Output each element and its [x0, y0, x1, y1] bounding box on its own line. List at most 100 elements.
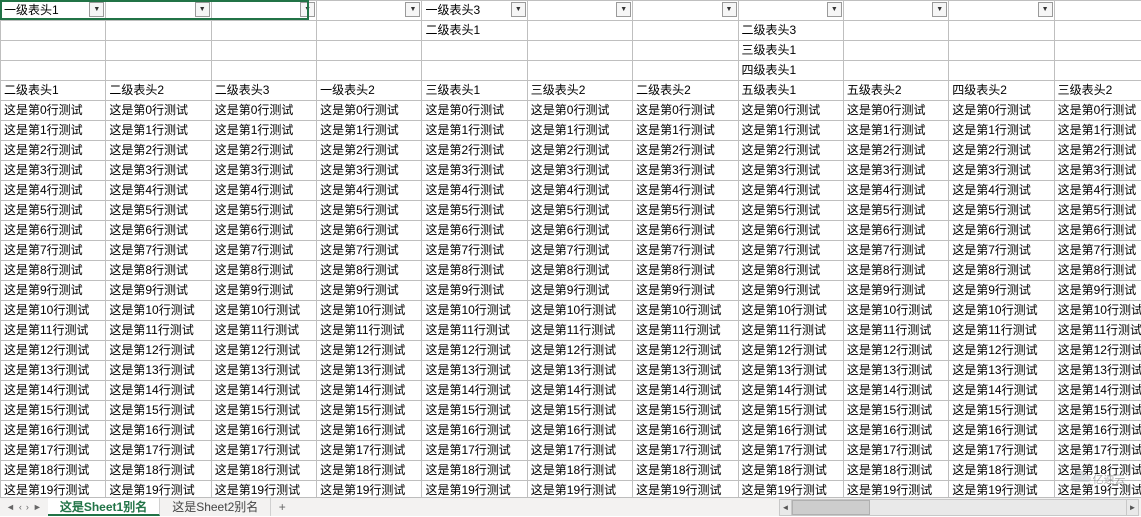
cell[interactable]: 这是第18行测试: [949, 461, 1054, 481]
cell[interactable]: [1054, 21, 1141, 41]
cell[interactable]: 这是第7行测试: [1, 241, 106, 261]
cell[interactable]: 这是第9行测试: [738, 281, 843, 301]
cell[interactable]: 这是第5行测试: [843, 201, 948, 221]
cell[interactable]: 这是第7行测试: [633, 241, 738, 261]
cell[interactable]: 这是第12行测试: [106, 341, 211, 361]
cell[interactable]: 这是第4行测试: [738, 181, 843, 201]
cell[interactable]: 这是第14行测试: [1054, 381, 1141, 401]
cell[interactable]: 这是第19行测试: [843, 481, 948, 498]
cell[interactable]: 这是第15行测试: [422, 401, 527, 421]
cell[interactable]: [211, 41, 316, 61]
cell[interactable]: 这是第16行测试: [738, 421, 843, 441]
cell[interactable]: 这是第5行测试: [317, 201, 422, 221]
cell[interactable]: 这是第19行测试: [1054, 481, 1141, 498]
cell[interactable]: [106, 41, 211, 61]
cell[interactable]: 这是第17行测试: [527, 441, 632, 461]
cell[interactable]: [106, 1, 211, 21]
cell[interactable]: 一级表头1: [1, 1, 106, 21]
filter-dropdown-icon[interactable]: [89, 2, 104, 17]
cell[interactable]: 这是第5行测试: [422, 201, 527, 221]
cell[interactable]: 这是第16行测试: [843, 421, 948, 441]
filter-dropdown-icon[interactable]: [300, 2, 315, 17]
cell[interactable]: 这是第8行测试: [211, 261, 316, 281]
tab-nav-first-icon[interactable]: ◄: [6, 502, 15, 512]
cell[interactable]: 这是第10行测试: [211, 301, 316, 321]
cell[interactable]: [949, 61, 1054, 81]
cell[interactable]: [633, 61, 738, 81]
cell[interactable]: [317, 61, 422, 81]
cell[interactable]: 这是第5行测试: [1, 201, 106, 221]
cell[interactable]: 这是第10行测试: [949, 301, 1054, 321]
cell[interactable]: 这是第15行测试: [211, 401, 316, 421]
cell[interactable]: 这是第16行测试: [949, 421, 1054, 441]
cell[interactable]: 五级表头2: [843, 81, 948, 101]
cell[interactable]: 这是第16行测试: [317, 421, 422, 441]
cell[interactable]: [1054, 41, 1141, 61]
cell[interactable]: [211, 1, 316, 21]
cell[interactable]: 这是第2行测试: [738, 141, 843, 161]
horizontal-scrollbar[interactable]: ◄ ►: [779, 499, 1139, 516]
cell[interactable]: 这是第13行测试: [422, 361, 527, 381]
cell[interactable]: 这是第19行测试: [317, 481, 422, 498]
sheet-tab-2[interactable]: 这是Sheet2别名: [160, 498, 271, 516]
filter-dropdown-icon[interactable]: [195, 2, 210, 17]
cell[interactable]: 三级表头2: [1054, 81, 1141, 101]
cell[interactable]: 这是第19行测试: [633, 481, 738, 498]
sheet-tab-active[interactable]: 这是Sheet1别名: [48, 498, 160, 516]
cell[interactable]: 这是第18行测试: [1054, 461, 1141, 481]
cell[interactable]: 这是第10行测试: [738, 301, 843, 321]
cell[interactable]: [211, 61, 316, 81]
cell[interactable]: 这是第15行测试: [738, 401, 843, 421]
cell[interactable]: 这是第11行测试: [738, 321, 843, 341]
cell[interactable]: 这是第14行测试: [106, 381, 211, 401]
cell[interactable]: 这是第7行测试: [527, 241, 632, 261]
cell[interactable]: [211, 21, 316, 41]
cell[interactable]: 这是第10行测试: [106, 301, 211, 321]
cell[interactable]: 这是第9行测试: [1, 281, 106, 301]
cell[interactable]: [1, 61, 106, 81]
cell[interactable]: 这是第14行测试: [949, 381, 1054, 401]
cell[interactable]: [1, 41, 106, 61]
filter-dropdown-icon[interactable]: [1038, 2, 1053, 17]
cell[interactable]: 这是第15行测试: [106, 401, 211, 421]
cell[interactable]: 这是第8行测试: [949, 261, 1054, 281]
cell[interactable]: 这是第18行测试: [843, 461, 948, 481]
cell[interactable]: 这是第18行测试: [317, 461, 422, 481]
cell[interactable]: 这是第11行测试: [106, 321, 211, 341]
cell[interactable]: 这是第5行测试: [633, 201, 738, 221]
cell[interactable]: 这是第3行测试: [317, 161, 422, 181]
cell[interactable]: 这是第9行测试: [843, 281, 948, 301]
worksheet-grid[interactable]: 一级表头1一级表头3二级表头1二级表头3三级表头1四级表头1二级表头1二级表头2…: [0, 0, 1141, 497]
cell[interactable]: 这是第8行测试: [1054, 261, 1141, 281]
cell[interactable]: 这是第1行测试: [106, 121, 211, 141]
cell[interactable]: 这是第4行测试: [317, 181, 422, 201]
cell[interactable]: 这是第11行测试: [1054, 321, 1141, 341]
cell[interactable]: 这是第7行测试: [843, 241, 948, 261]
cell[interactable]: 三级表头1: [738, 41, 843, 61]
scroll-left-icon[interactable]: ◄: [780, 500, 792, 515]
cell[interactable]: 这是第13行测试: [738, 361, 843, 381]
cell[interactable]: 这是第13行测试: [317, 361, 422, 381]
cell[interactable]: 四级表头1: [738, 61, 843, 81]
cell[interactable]: 这是第19行测试: [106, 481, 211, 498]
cell[interactable]: 这是第16行测试: [211, 421, 316, 441]
cell[interactable]: 这是第11行测试: [843, 321, 948, 341]
cell[interactable]: 这是第2行测试: [1054, 141, 1141, 161]
cell[interactable]: 这是第18行测试: [1, 461, 106, 481]
cell[interactable]: 这是第13行测试: [633, 361, 738, 381]
cell[interactable]: 这是第1行测试: [633, 121, 738, 141]
cell[interactable]: [633, 41, 738, 61]
cell[interactable]: 这是第13行测试: [843, 361, 948, 381]
cell[interactable]: 这是第9行测试: [949, 281, 1054, 301]
cell[interactable]: 这是第6行测试: [422, 221, 527, 241]
cell[interactable]: 这是第15行测试: [1, 401, 106, 421]
cell[interactable]: 这是第15行测试: [633, 401, 738, 421]
cell[interactable]: 二级表头3: [211, 81, 316, 101]
cell[interactable]: 这是第6行测试: [317, 221, 422, 241]
cell[interactable]: 二级表头1: [1, 81, 106, 101]
cell[interactable]: 三级表头2: [527, 81, 632, 101]
cell[interactable]: 这是第7行测试: [106, 241, 211, 261]
cell[interactable]: 这是第7行测试: [949, 241, 1054, 261]
cell[interactable]: 这是第1行测试: [738, 121, 843, 141]
filter-dropdown-icon[interactable]: [932, 2, 947, 17]
